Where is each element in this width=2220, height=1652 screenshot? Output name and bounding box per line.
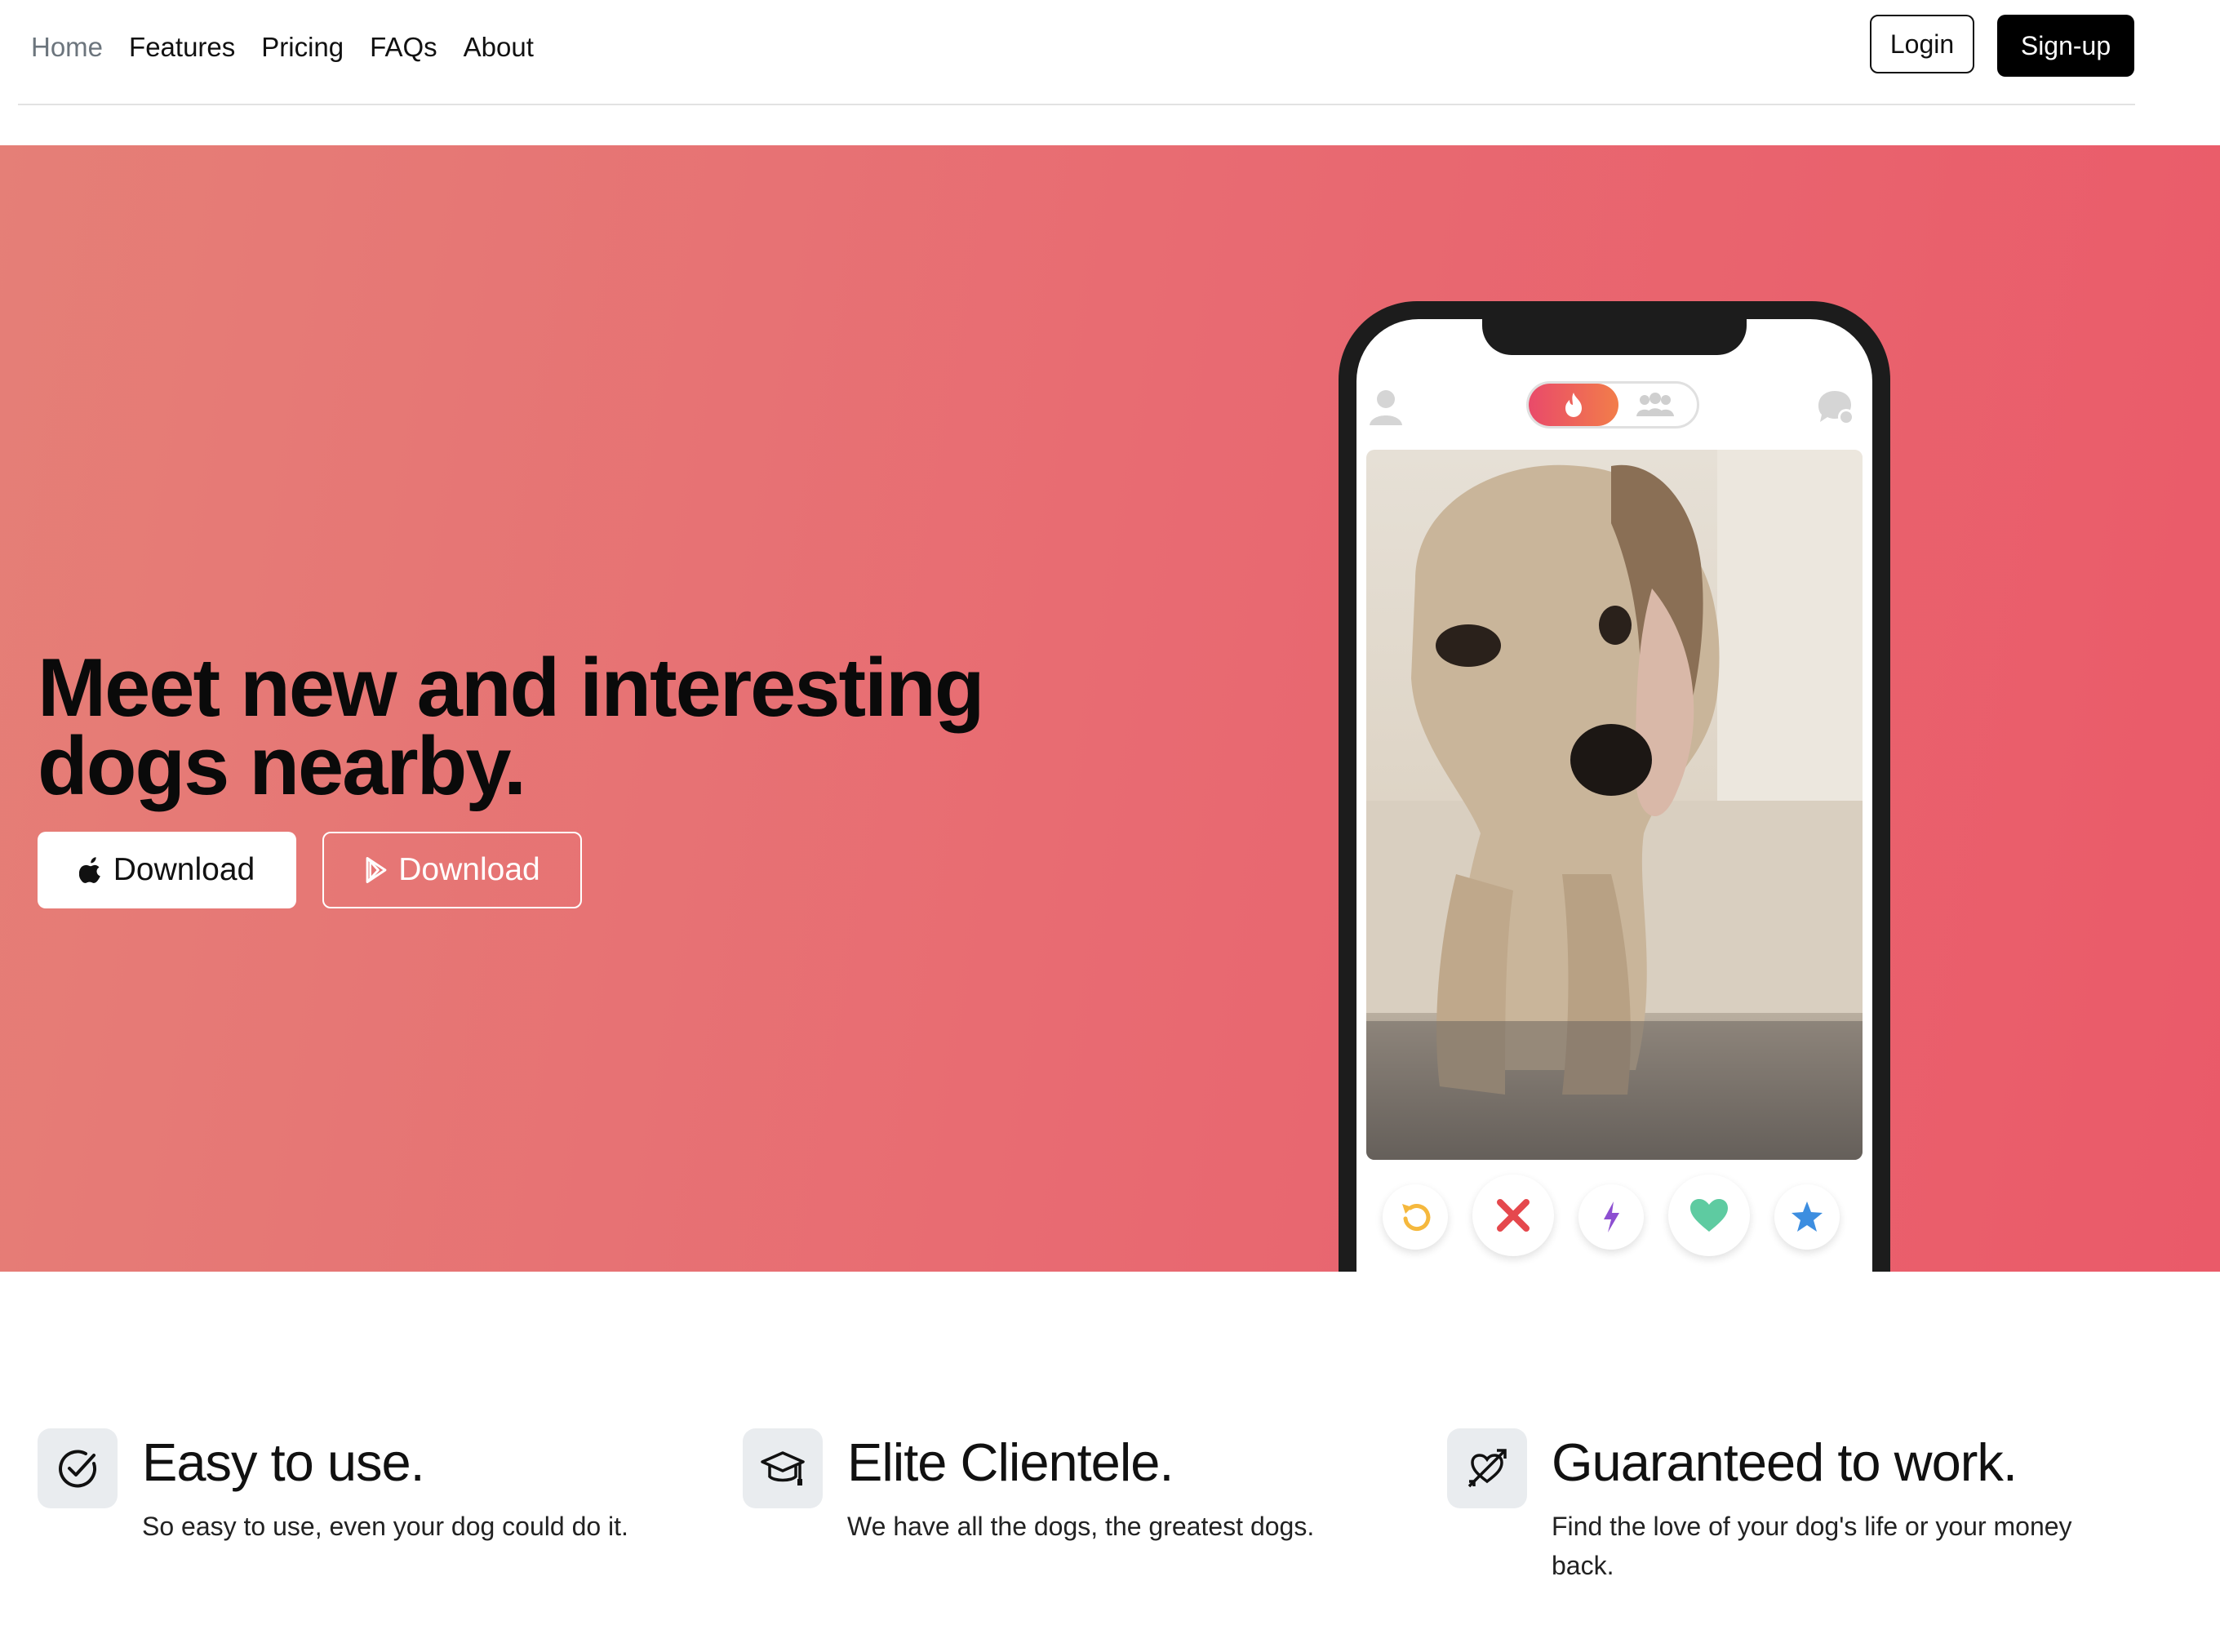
feature-title: Elite Clientele. — [847, 1432, 1174, 1492]
feature-description: We have all the dogs, the greatest dogs. — [847, 1512, 1315, 1541]
play-store-download-label: Download — [398, 852, 540, 887]
profile-icon — [1370, 390, 1402, 425]
feature-description: So easy to use, even your dog could do i… — [142, 1512, 628, 1541]
apple-icon — [78, 857, 100, 883]
flame-icon — [1565, 393, 1582, 417]
google-play-icon — [366, 856, 387, 884]
feature-icon-box — [1447, 1428, 1527, 1508]
lightning-icon — [1604, 1201, 1619, 1232]
chat-icon — [1818, 391, 1854, 425]
signup-button[interactable]: Sign-up — [1997, 15, 2134, 77]
boost-button[interactable] — [1578, 1184, 1644, 1250]
super-like-button[interactable] — [1774, 1184, 1840, 1250]
feature-description: Find the love of your dog's life or your… — [1552, 1512, 2072, 1580]
rewind-button[interactable] — [1383, 1184, 1448, 1250]
feature-title: Easy to use. — [142, 1432, 425, 1492]
nav-link-features[interactable]: Features — [129, 32, 235, 63]
nav-links: Home Features Pricing FAQs About — [31, 28, 534, 67]
swipe-action-bar — [1356, 1166, 1872, 1272]
play-store-download-button[interactable]: Download — [322, 832, 582, 908]
feature-icon-box — [38, 1428, 118, 1508]
feature-easy-to-use: Easy to use. So easy to use, even your d… — [38, 1428, 707, 1592]
phone-screen — [1356, 319, 1872, 1272]
feature-icon-box — [743, 1428, 823, 1508]
mode-toggle[interactable] — [1526, 381, 1699, 429]
graduation-cap-icon — [761, 1451, 805, 1485]
feature-title: Guaranteed to work. — [1552, 1432, 2018, 1492]
star-icon — [1792, 1201, 1823, 1232]
top-navbar: Home Features Pricing FAQs About Login S… — [0, 0, 2220, 145]
toggle-active-segment — [1529, 384, 1618, 426]
dog-profile-photo[interactable] — [1366, 450, 1863, 1160]
check-circle-icon — [59, 1450, 97, 1488]
heart-icon — [1690, 1199, 1728, 1232]
phone-notch — [1482, 319, 1747, 355]
hero-section: Meet new and interesting dogs nearby. Do… — [0, 145, 2220, 1272]
feature-elite-clientele: Elite Clientele. We have all the dogs, t… — [743, 1428, 1412, 1592]
nav-link-pricing[interactable]: Pricing — [261, 32, 344, 63]
app-store-download-label: Download — [113, 852, 255, 887]
phone-mockup — [1339, 301, 1890, 1272]
like-button[interactable] — [1668, 1175, 1750, 1256]
nav-divider — [18, 104, 2135, 105]
nav-link-home[interactable]: Home — [31, 32, 103, 63]
heart-arrow-icon — [1467, 1449, 1507, 1488]
hero-title: Meet new and interesting dogs nearby. — [38, 642, 985, 812]
group-icon — [1636, 393, 1674, 416]
nav-link-about[interactable]: About — [464, 32, 534, 63]
dog-illustration — [1366, 450, 1863, 1160]
nope-button[interactable] — [1472, 1175, 1554, 1256]
app-store-download-button[interactable]: Download — [38, 832, 296, 908]
close-icon — [1497, 1199, 1530, 1232]
rewind-icon — [1402, 1204, 1431, 1232]
nav-link-faqs[interactable]: FAQs — [370, 32, 437, 63]
feature-guaranteed: Guaranteed to work. Find the love of you… — [1447, 1428, 2116, 1592]
login-button[interactable]: Login — [1870, 15, 1974, 73]
